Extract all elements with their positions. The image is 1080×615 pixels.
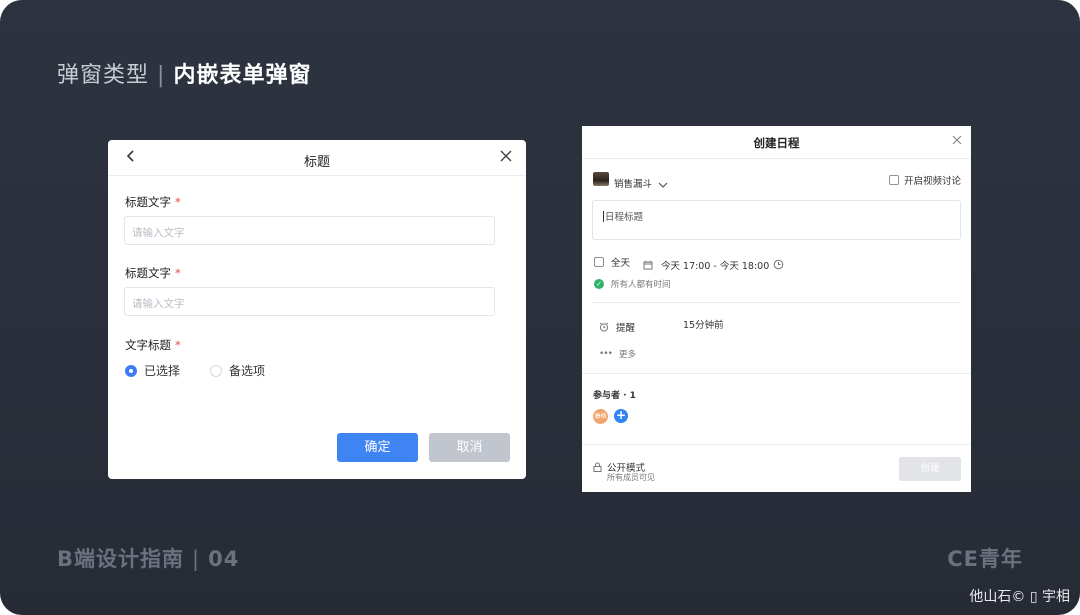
reminder-label: 提醒 (616, 322, 636, 334)
radio-option-selected[interactable]: 已选择 (125, 362, 180, 379)
form-modal: 标题 标题文字 * 请输入文字 标题文字 * 请输入文字 文字标题 * 已选择 备选项 (108, 140, 526, 479)
required-mark: * (175, 338, 181, 352)
radio-checked-icon (125, 364, 137, 377)
cancel-button[interactable]: 取消 (429, 433, 510, 462)
participants-label: 参与者 · 1 (593, 391, 636, 401)
alarm-clock-icon (599, 317, 609, 336)
text-cursor (603, 211, 604, 222)
avatar[interactable]: 康格 (593, 409, 608, 424)
title-main: 内嵌表单弹窗 (173, 63, 312, 88)
reminder-row[interactable]: 提醒 (599, 317, 635, 336)
allday-label: 全天 (611, 258, 631, 269)
chevron-down-icon (658, 173, 668, 192)
field-label: 标题文字 * (125, 265, 181, 281)
close-icon[interactable] (952, 134, 962, 149)
calendar-name: 销售漏斗 (614, 178, 653, 190)
more-options[interactable]: ••• 更多 (599, 348, 636, 360)
public-mode-desc: 所有成员可见 (607, 473, 655, 482)
divider (582, 373, 971, 374)
schedule-modal: 创建日程 销售漏斗 开启视频讨论 日程标题 全天 今天 17:00 - 今天 1… (582, 126, 971, 492)
check-circle-icon: ✓ (594, 279, 604, 289)
guide-name: B端设计指南 (57, 547, 185, 571)
modal-header: 标题 (108, 140, 526, 176)
divider (592, 302, 961, 303)
title-separator: | (157, 63, 166, 88)
guide-number: 04 (208, 547, 240, 571)
video-discussion-toggle[interactable]: 开启视频讨论 (888, 173, 961, 187)
close-icon[interactable] (500, 149, 512, 165)
footer-separator: | (192, 547, 201, 571)
radio-group-label-text: 文字标题 (125, 338, 171, 352)
field-label: 标题文字 * (125, 194, 181, 210)
more-dots-icon: ••• (599, 349, 613, 359)
checkbox-icon (594, 257, 604, 267)
event-title-input[interactable]: 日程标题 (592, 200, 961, 240)
input-placeholder: 请输入文字 (132, 298, 185, 310)
text-input[interactable]: 请输入文字 (124, 216, 495, 245)
checkbox-icon (888, 175, 899, 185)
confirm-button[interactable]: 确定 (337, 433, 418, 462)
field-label-text: 标题文字 (125, 195, 171, 209)
modal-title: 标题 (303, 155, 330, 170)
input-placeholder: 日程标题 (605, 212, 644, 223)
availability-text: 所有人都有时间 (611, 280, 671, 290)
slide-background: 弹窗类型 | 内嵌表单弹窗 标题 标题文字 * 请输入文字 标题文字 * 请输入文字 文… (0, 0, 1080, 615)
modal-title: 创建日程 (753, 136, 800, 150)
watermark-credit: 他山石© ▯ 宇相 (969, 589, 1070, 605)
lock-icon (593, 457, 602, 476)
text-input[interactable]: 请输入文字 (124, 287, 495, 316)
radio-label: 备选项 (229, 364, 266, 378)
required-mark: * (175, 195, 181, 209)
radio-option-alternative[interactable]: 备选项 (210, 362, 265, 379)
modal-header: 创建日程 (582, 126, 971, 159)
radio-group-label: 文字标题 * (125, 337, 181, 353)
calendar-avatar-icon (593, 172, 609, 186)
time-range-picker[interactable]: 今天 17:00 - 今天 18:00 (643, 255, 769, 274)
timezone-icon[interactable] (773, 255, 784, 274)
required-mark: * (175, 266, 181, 280)
radio-unchecked-icon (210, 364, 222, 377)
field-label-text: 标题文字 (125, 266, 171, 280)
footer-guide-title: B端设计指南 | 04 (57, 543, 239, 573)
add-participant-icon[interactable]: + (614, 409, 628, 423)
calendar-icon (643, 255, 653, 274)
radio-label: 已选择 (144, 364, 181, 378)
title-prefix: 弹窗类型 (57, 63, 150, 88)
availability-status: ✓ 所有人都有时间 (594, 278, 671, 290)
video-discussion-label: 开启视频讨论 (903, 176, 961, 187)
calendar-selector[interactable]: 销售漏斗 (614, 173, 668, 192)
page-title: 弹窗类型 | 内嵌表单弹窗 (57, 57, 311, 89)
input-placeholder: 请输入文字 (132, 227, 185, 239)
footer-brand: CE青年 (947, 547, 1023, 571)
more-label: 更多 (618, 350, 636, 360)
reminder-value[interactable]: 15分钟前 (683, 317, 724, 331)
allday-checkbox[interactable]: 全天 (594, 255, 630, 269)
divider (582, 444, 971, 445)
create-button[interactable]: 创建 (899, 457, 961, 481)
time-range-text: 今天 17:00 - 今天 18:00 (661, 260, 770, 272)
